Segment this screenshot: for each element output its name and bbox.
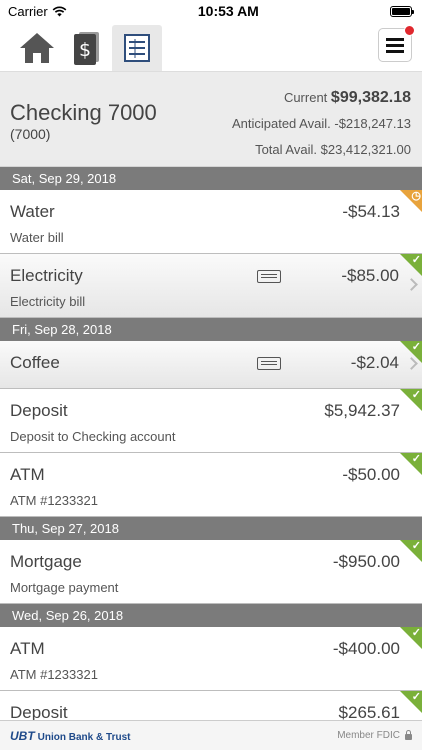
- memo-icon: [257, 270, 281, 283]
- transaction-row[interactable]: Deposit $265.61 ✓: [0, 691, 422, 720]
- transaction-amount: -$950.00: [332, 552, 400, 571]
- check-icon: ✓: [411, 254, 421, 266]
- carrier-label: Carrier: [8, 3, 48, 19]
- tab-accounts[interactable]: [112, 25, 162, 71]
- date-header: Wed, Sep 26, 2018: [0, 604, 422, 627]
- anticipated-balance-row: Anticipated Avail. -$218,247.13: [232, 114, 411, 140]
- check-icon: ✓: [411, 691, 421, 703]
- transaction-name: Water: [10, 202, 55, 221]
- transaction-amount: $265.61: [338, 703, 400, 720]
- transaction-row[interactable]: Deposit Deposit to Checking account $5,9…: [0, 389, 422, 453]
- transaction-amount: -$2.04: [350, 353, 399, 372]
- fdic-label: Member FDIC: [337, 730, 400, 741]
- tab-home[interactable]: [12, 25, 62, 71]
- memo-icon: [257, 357, 281, 370]
- home-icon: [20, 33, 54, 63]
- transaction-list[interactable]: Sat, Sep 29, 2018 Water Water bill -$54.…: [0, 167, 422, 720]
- transaction-description: Electricity bill: [10, 294, 86, 309]
- transaction-row[interactable]: ATM ATM #1233321 -$50.00 ✓: [0, 453, 422, 517]
- tab-transfers[interactable]: $: [62, 25, 112, 71]
- check-icon: ✓: [411, 341, 421, 353]
- chevron-right-icon: [405, 278, 418, 291]
- anticipated-balance-label: Anticipated Avail.: [231, 116, 331, 131]
- transaction-name: Coffee: [10, 353, 60, 372]
- total-balance-value: $23,412,321.00: [320, 142, 411, 157]
- transaction-amount: -$54.13: [342, 202, 400, 221]
- bank-logo: UBT Union Bank & Trust: [10, 729, 130, 743]
- total-balance-label: Total Avail.: [255, 142, 317, 157]
- check-icon: ✓: [411, 540, 421, 552]
- check-icon: ✓: [411, 389, 421, 401]
- transaction-name: Mortgage: [10, 552, 82, 571]
- current-balance-row: Current $99,382.18: [232, 88, 411, 114]
- date-header: Fri, Sep 28, 2018: [0, 318, 422, 341]
- transaction-description: Water bill: [10, 230, 64, 245]
- status-bar: Carrier 10:53 AM: [0, 0, 422, 22]
- current-balance-value: $99,382.18: [330, 89, 411, 106]
- date-header: Sat, Sep 29, 2018: [0, 167, 422, 190]
- ledger-icon: [124, 34, 150, 62]
- clock: 10:53 AM: [197, 3, 259, 19]
- transaction-description: ATM #1233321: [10, 493, 98, 508]
- transaction-name: Deposit: [10, 703, 68, 720]
- svg-text:$: $: [79, 39, 91, 61]
- current-balance-label: Current: [283, 90, 328, 105]
- total-balance-row: Total Avail. $23,412,321.00: [232, 140, 411, 166]
- anticipated-balance-value: -$218,247.13: [334, 116, 411, 131]
- hamburger-icon: [386, 38, 404, 53]
- account-summary: Checking 7000 (7000) Current $99,382.18 …: [0, 72, 422, 167]
- transaction-row[interactable]: Mortgage Mortgage payment -$950.00 ✓: [0, 540, 422, 604]
- lock-icon: [405, 730, 412, 740]
- transaction-name: Deposit: [10, 401, 68, 420]
- logo-mark: UBT: [10, 728, 35, 743]
- check-icon: ✓: [411, 627, 421, 639]
- footer: UBT Union Bank & Trust Member FDIC: [0, 720, 422, 750]
- logo-text: Union Bank & Trust: [37, 731, 131, 743]
- check-icon: ✓: [411, 453, 421, 465]
- transaction-row[interactable]: ATM ATM #1233321 -$400.00 ✓: [0, 627, 422, 691]
- wifi-icon: [52, 6, 67, 16]
- dollar-cards-icon: $: [74, 32, 99, 65]
- transaction-row[interactable]: Water Water bill -$54.13 ◷: [0, 190, 422, 254]
- account-number: (7000): [10, 126, 51, 142]
- transaction-name: ATM: [10, 639, 45, 658]
- battery-icon: [390, 5, 414, 17]
- transaction-description: Deposit to Checking account: [10, 429, 176, 444]
- account-name: Checking 7000: [10, 100, 157, 125]
- top-toolbar: $: [0, 22, 422, 72]
- transaction-name: ATM: [10, 465, 45, 484]
- menu-button[interactable]: [378, 25, 415, 62]
- transaction-amount: -$400.00: [332, 639, 400, 658]
- balances: Current $99,382.18 Anticipated Avail. -$…: [232, 88, 411, 166]
- fdic-notice: Member FDIC: [337, 730, 412, 741]
- transaction-amount: -$50.00: [342, 465, 400, 484]
- transaction-description: Mortgage payment: [10, 580, 119, 595]
- notification-badge: [404, 25, 415, 36]
- date-header: Thu, Sep 27, 2018: [0, 517, 422, 540]
- transaction-row[interactable]: Coffee -$2.04 ✓: [0, 341, 422, 389]
- transaction-description: ATM #1233321: [10, 667, 98, 682]
- transaction-amount: $5,942.37: [324, 401, 400, 420]
- transaction-row[interactable]: Electricity Electricity bill -$85.00 ✓: [0, 254, 422, 318]
- transaction-name: Electricity: [10, 266, 83, 285]
- transaction-amount: -$85.00: [341, 266, 399, 285]
- clock-icon: ◷: [411, 190, 421, 202]
